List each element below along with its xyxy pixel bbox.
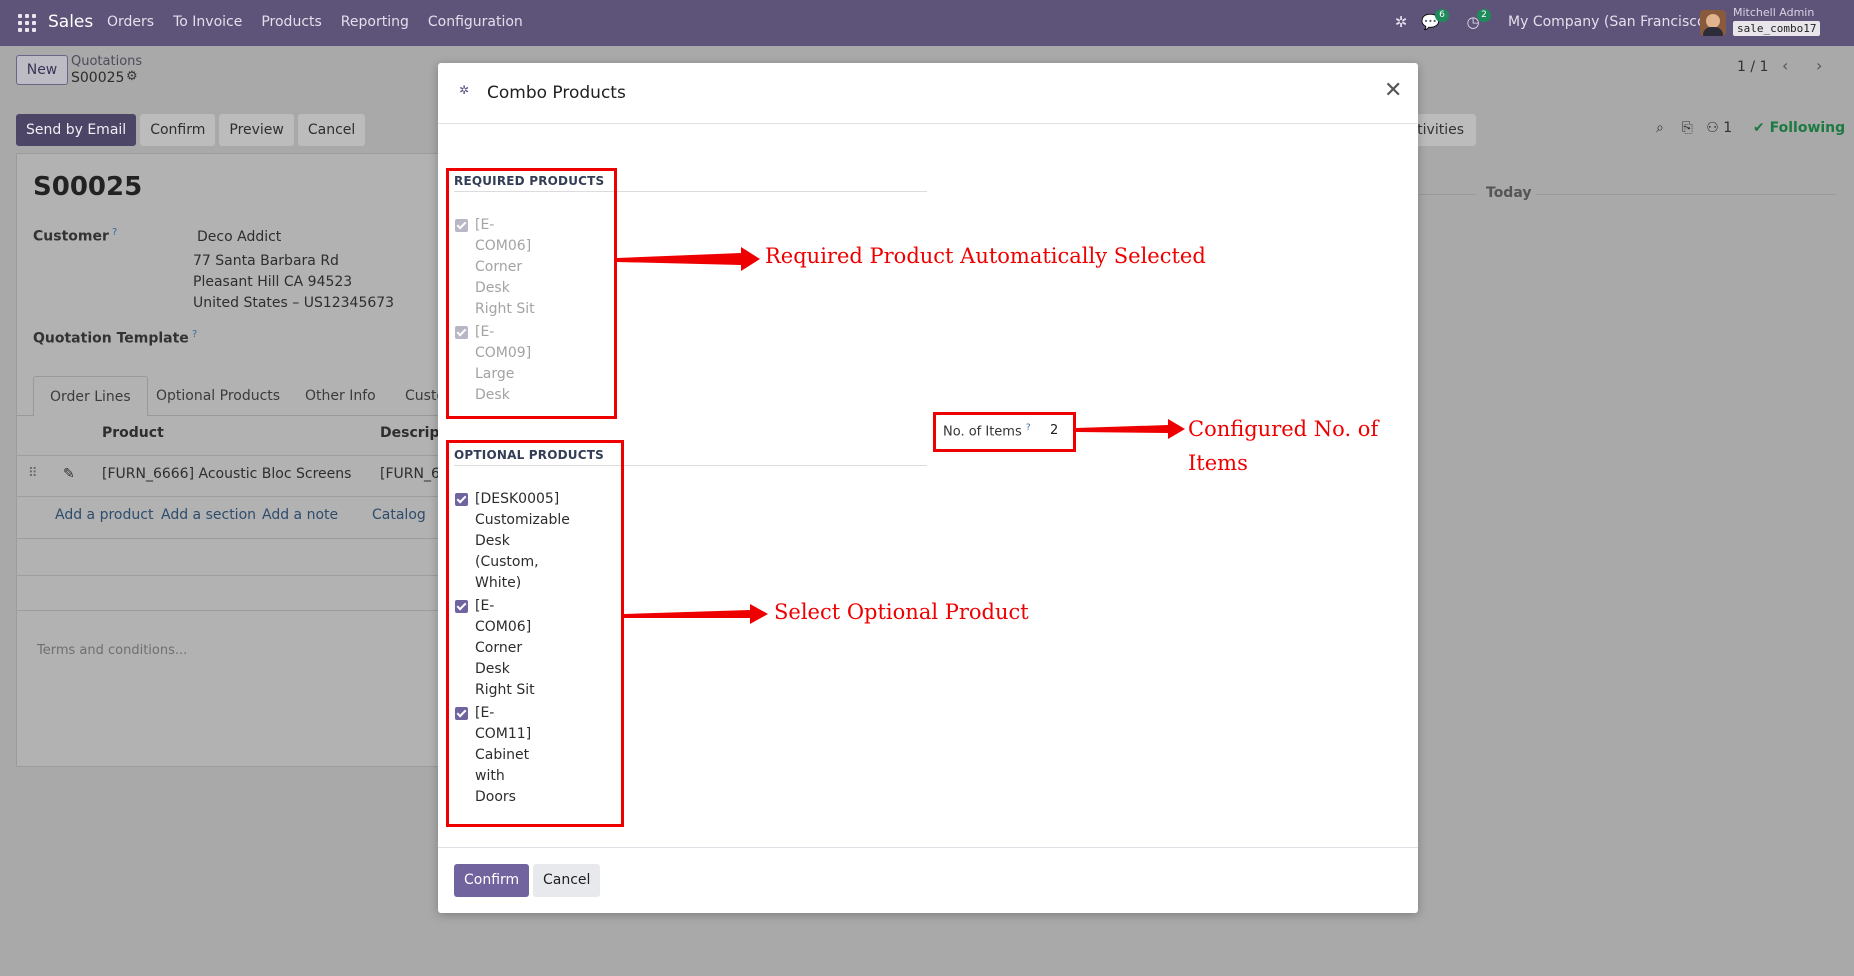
customer-address-line: United States – US12345673 [193, 295, 395, 311]
items-annotation-line1: Configured No. of [1188, 417, 1379, 441]
items-count-highlight [933, 412, 1076, 452]
tab-other-info[interactable]: Other Info [289, 376, 392, 416]
confirm-order-button[interactable]: Confirm [140, 114, 216, 146]
today-divider [1416, 194, 1476, 195]
catalog-link[interactable]: Catalog [372, 507, 426, 523]
required-annotation: Required Product Automatically Selected [765, 244, 1206, 268]
line-description[interactable]: [FURN_6 [380, 466, 440, 482]
breadcrumb-parent[interactable]: Quotations [71, 54, 142, 69]
chatter-tools: ⌕ ⎘ ⚇ 1 [1656, 120, 1732, 136]
pager-next-icon[interactable]: › [1816, 56, 1822, 75]
send-by-email-button[interactable]: Send by Email [16, 114, 137, 146]
user-avatar[interactable] [1700, 10, 1726, 36]
today-divider [1536, 194, 1836, 195]
status-action-bar: Send by Email Confirm Preview Cancel [16, 114, 366, 146]
user-name[interactable]: Mitchell Admin [1733, 6, 1814, 19]
table-divider [16, 575, 456, 576]
today-label: Today [1486, 185, 1532, 201]
customer-name[interactable]: Deco Addict [197, 229, 281, 245]
confirm-button[interactable]: Confirm [454, 864, 530, 897]
add-note-link[interactable]: Add a note [262, 507, 338, 523]
customer-label: Customer ? [33, 227, 117, 245]
customer-address-line: Pleasant Hill CA 94523 [193, 274, 353, 290]
table-divider [16, 455, 456, 456]
pager-previous-icon[interactable]: ‹ [1782, 56, 1788, 75]
column-product[interactable]: Product [102, 425, 164, 441]
cancel-order-button[interactable]: Cancel [297, 114, 366, 146]
help-icon[interactable]: ? [109, 227, 117, 238]
menu-products[interactable]: Products [261, 14, 321, 30]
add-product-link[interactable]: Add a product [55, 507, 153, 523]
quotation-template-label-text: Quotation Template [33, 330, 189, 347]
app-brand[interactable]: Sales [48, 12, 93, 32]
drag-handle-icon[interactable]: ⠿ [28, 466, 38, 481]
menu-configuration[interactable]: Configuration [428, 14, 523, 30]
new-button[interactable]: New [16, 55, 68, 85]
apps-menu-icon[interactable] [18, 14, 36, 32]
followers-count[interactable]: 1 [1723, 120, 1732, 136]
following-label: Following [1769, 120, 1846, 136]
preview-button[interactable]: Preview [219, 114, 294, 146]
dialog-footer-divider [438, 847, 1418, 848]
record-gear-icon[interactable]: ⚙ [126, 69, 138, 84]
tab-optional-products[interactable]: Optional Products [140, 376, 296, 416]
top-navbar: Sales Orders To Invoice Products Reporti… [0, 0, 1854, 46]
table-divider [16, 538, 456, 539]
menu-reporting[interactable]: Reporting [341, 14, 409, 30]
order-name: S00025 [33, 172, 143, 202]
activities-count-badge: 2 [1477, 9, 1491, 22]
line-product[interactable]: [FURN_6666] Acoustic Bloc Screens [102, 466, 351, 482]
debug-bug-icon[interactable]: ✲ [459, 83, 473, 97]
pager-value[interactable]: 1 / 1 [1737, 59, 1768, 75]
search-icon[interactable]: ⌕ [1656, 120, 1664, 136]
menu-to-invoice[interactable]: To Invoice [173, 14, 242, 30]
tab-order-lines[interactable]: Order Lines [33, 376, 148, 416]
close-icon[interactable]: ✕ [1384, 80, 1402, 102]
optional-products-highlight [446, 440, 624, 827]
table-divider [16, 496, 456, 497]
main-menu: Orders To Invoice Products Reporting Con… [107, 14, 542, 30]
dialog-header: ✲ Combo Products ✕ [438, 63, 1418, 124]
menu-orders[interactable]: Orders [107, 14, 154, 30]
dialog-title: Combo Products [487, 83, 626, 103]
attachment-icon[interactable]: ⎘ [1682, 120, 1693, 136]
edit-line-icon[interactable]: ✎ [63, 466, 75, 482]
required-products-highlight [446, 168, 617, 419]
customer-address-line: 77 Santa Barbara Rd [193, 253, 339, 269]
messages-count-badge: 6 [1435, 9, 1449, 22]
cancel-button[interactable]: Cancel [533, 864, 601, 897]
help-icon[interactable]: ? [189, 329, 197, 340]
add-section-link[interactable]: Add a section [161, 507, 256, 523]
form-tabs: Order Lines Optional Products Other Info… [16, 376, 456, 416]
terms-and-conditions-field[interactable]: Terms and conditions... [37, 643, 187, 658]
optional-annotation: Select Optional Product [774, 600, 1029, 624]
following-button[interactable]: ✔ Following [1753, 120, 1845, 136]
database-name: sale_combo17 [1733, 21, 1821, 36]
debug-bug-icon[interactable]: ✲ [1392, 13, 1410, 31]
table-divider [16, 610, 456, 611]
breadcrumb-current: S00025 [71, 70, 125, 86]
customer-label-text: Customer [33, 228, 109, 245]
company-switcher[interactable]: My Company (San Francisco) [1508, 14, 1711, 30]
followers-icon[interactable]: ⚇ [1706, 120, 1719, 136]
quotation-template-label: Quotation Template ? [33, 329, 197, 347]
items-annotation-line2: Items [1188, 451, 1248, 475]
form-sheet [16, 153, 456, 767]
